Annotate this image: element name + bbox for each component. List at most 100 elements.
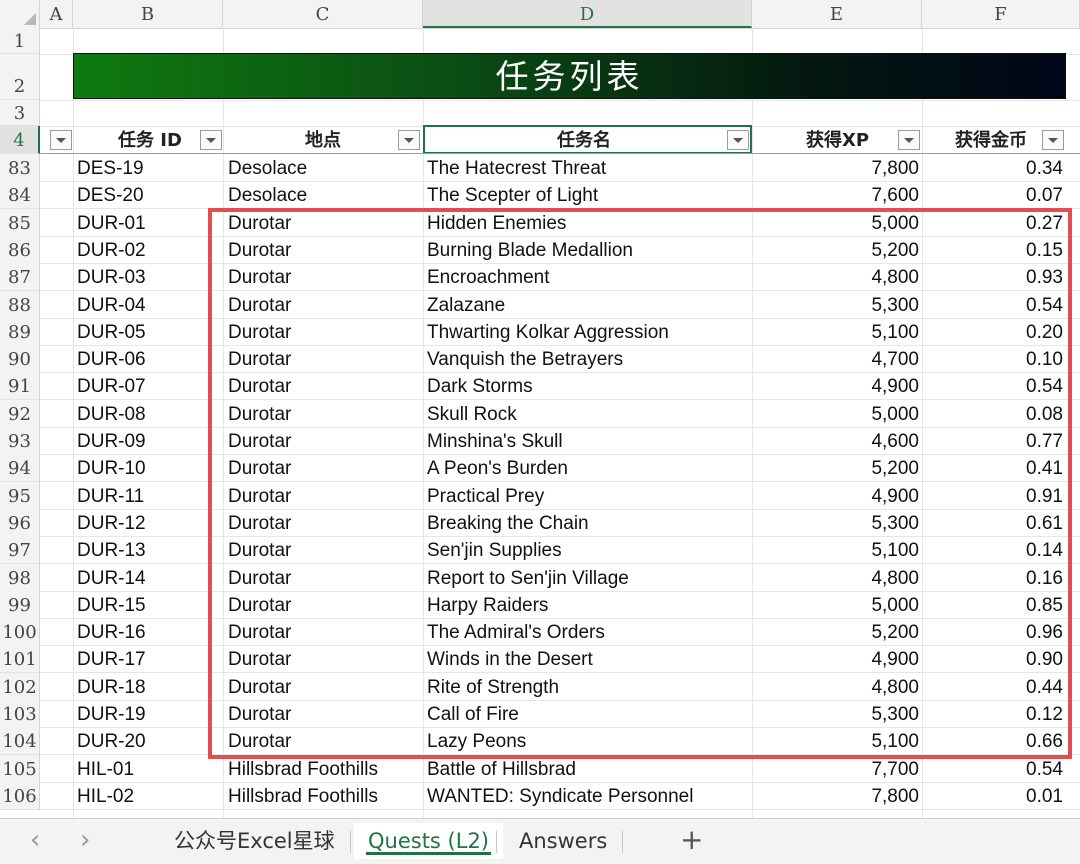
- cell-quest-id[interactable]: DUR-14: [77, 564, 217, 591]
- cell-quest-name[interactable]: WANTED: Syndicate Personnel: [427, 782, 747, 809]
- sheet-tab-excel-planet[interactable]: 公众号Excel星球: [160, 823, 349, 859]
- row-header[interactable]: 99: [0, 591, 40, 619]
- cell-quest-id[interactable]: DUR-11: [77, 482, 217, 509]
- tab-divider: [350, 831, 351, 853]
- row-header[interactable]: 93: [0, 427, 40, 455]
- header-location: 地点: [305, 130, 341, 151]
- sheet-tab-quests[interactable]: Quests (L2): [354, 823, 503, 859]
- row-header[interactable]: 101: [0, 645, 40, 673]
- cell-quest-id[interactable]: DUR-16: [77, 618, 217, 645]
- cell-quest-id[interactable]: DUR-01: [77, 209, 217, 236]
- select-all-corner[interactable]: [0, 0, 40, 28]
- header-gold: 获得金币: [955, 130, 1027, 151]
- header-quest-name: 任务名: [557, 130, 611, 151]
- cell-quest-id[interactable]: DUR-18: [77, 673, 217, 700]
- column-header-b[interactable]: B: [73, 0, 223, 28]
- cell-quest-id[interactable]: DUR-12: [77, 509, 217, 536]
- filter-dropdown-icon[interactable]: [50, 130, 72, 150]
- worksheet: A B C D E F 1 2 3 4 任务列表 任务 ID 地点 任务名 获得…: [0, 0, 1080, 818]
- row-header[interactable]: 91: [0, 372, 40, 400]
- row-header[interactable]: 94: [0, 454, 40, 482]
- row-header[interactable]: 104: [0, 727, 40, 755]
- highlight-box: [208, 208, 1072, 759]
- row-header[interactable]: 85: [0, 209, 40, 237]
- cell-quest-id[interactable]: DES-19: [77, 154, 217, 181]
- row-header[interactable]: 105: [0, 755, 40, 783]
- cell-gold[interactable]: 0.34: [927, 154, 1063, 181]
- row-header[interactable]: 95: [0, 482, 40, 510]
- row-header[interactable]: 87: [0, 263, 40, 291]
- filter-dropdown-icon[interactable]: [727, 130, 749, 150]
- row-header[interactable]: 83: [0, 154, 40, 182]
- cell-quest-id[interactable]: HIL-01: [77, 755, 217, 782]
- row-header[interactable]: 97: [0, 536, 40, 564]
- row-header-active[interactable]: 4: [0, 126, 40, 154]
- cell-quest-id[interactable]: DUR-13: [77, 536, 217, 563]
- cell-quest-id[interactable]: DUR-05: [77, 318, 217, 345]
- row-header[interactable]: 98: [0, 564, 40, 592]
- row-header[interactable]: 103: [0, 700, 40, 728]
- row-header[interactable]: 92: [0, 400, 40, 428]
- cell-quest-id[interactable]: DUR-06: [77, 345, 217, 372]
- row-header[interactable]: 1: [0, 28, 40, 54]
- cell-quest-id[interactable]: DUR-02: [77, 236, 217, 263]
- next-sheet-arrow-icon[interactable]: ›: [80, 825, 90, 855]
- column-header-d[interactable]: D: [423, 0, 752, 28]
- prev-sheet-arrow-icon[interactable]: ‹: [30, 825, 40, 855]
- column-header-a[interactable]: A: [40, 0, 73, 28]
- filter-dropdown-icon[interactable]: [398, 130, 420, 150]
- column-header-bar: A B C D E F: [0, 0, 1080, 29]
- tab-divider: [496, 831, 497, 853]
- row-header[interactable]: 86: [0, 236, 40, 264]
- cell-xp[interactable]: 7,800: [757, 154, 919, 181]
- cell-quest-id[interactable]: DUR-10: [77, 454, 217, 481]
- column-header-e[interactable]: E: [752, 0, 922, 28]
- cell-xp[interactable]: 7,700: [757, 755, 919, 782]
- column-header-c[interactable]: C: [223, 0, 423, 28]
- cell-quest-id[interactable]: DUR-07: [77, 372, 217, 399]
- row-header[interactable]: 100: [0, 618, 40, 646]
- row-header[interactable]: 88: [0, 291, 40, 319]
- row-header[interactable]: 102: [0, 673, 40, 701]
- header-quest-id: 任务 ID: [118, 130, 182, 151]
- cell-location[interactable]: Hillsbrad Foothills: [228, 782, 418, 809]
- cell-quest-name[interactable]: Battle of Hillsbrad: [427, 755, 747, 782]
- row-header[interactable]: 90: [0, 345, 40, 373]
- cell-quest-id[interactable]: DUR-03: [77, 263, 217, 290]
- cell-quest-id[interactable]: HIL-02: [77, 782, 217, 809]
- cell-gold[interactable]: 0.01: [927, 782, 1063, 809]
- row-header[interactable]: 89: [0, 318, 40, 346]
- row-header[interactable]: 2: [0, 54, 40, 100]
- cell-quest-id[interactable]: DUR-09: [77, 427, 217, 454]
- cell-xp[interactable]: 7,800: [757, 782, 919, 809]
- gridline: [40, 100, 1080, 101]
- select-all-triangle-icon: [24, 13, 36, 25]
- cell-quest-name[interactable]: The Scepter of Light: [427, 181, 747, 208]
- cell-quest-id[interactable]: DUR-04: [77, 291, 217, 318]
- cell-xp[interactable]: 7,600: [757, 181, 919, 208]
- filter-dropdown-icon[interactable]: [898, 130, 920, 150]
- cell-location[interactable]: Hillsbrad Foothills: [228, 755, 418, 782]
- filter-dropdown-icon[interactable]: [200, 130, 222, 150]
- cell-quest-name[interactable]: The Hatecrest Threat: [427, 154, 747, 181]
- cell-location[interactable]: Desolace: [228, 181, 418, 208]
- cell-quest-id[interactable]: DUR-17: [77, 645, 217, 672]
- sheet-tab-answers[interactable]: Answers: [505, 823, 621, 859]
- cell-quest-id[interactable]: DES-20: [77, 181, 217, 208]
- cell-quest-id[interactable]: DUR-20: [77, 727, 217, 754]
- cell-gold[interactable]: 0.54: [927, 755, 1063, 782]
- row-header[interactable]: 84: [0, 181, 40, 209]
- row-header[interactable]: 3: [0, 100, 40, 126]
- cell-quest-id[interactable]: DUR-08: [77, 400, 217, 427]
- cell-gold[interactable]: 0.07: [927, 181, 1063, 208]
- row-header[interactable]: 106: [0, 782, 40, 810]
- add-sheet-plus-icon[interactable]: +: [680, 825, 703, 855]
- cell-quest-id[interactable]: DUR-19: [77, 700, 217, 727]
- filter-dropdown-icon[interactable]: [1042, 130, 1064, 150]
- row-header[interactable]: 96: [0, 509, 40, 537]
- sheet-title: 任务列表: [73, 53, 1066, 99]
- active-tab-underline: [366, 852, 491, 855]
- cell-quest-id[interactable]: DUR-15: [77, 591, 217, 618]
- cell-location[interactable]: Desolace: [228, 154, 418, 181]
- column-header-f[interactable]: F: [922, 0, 1080, 28]
